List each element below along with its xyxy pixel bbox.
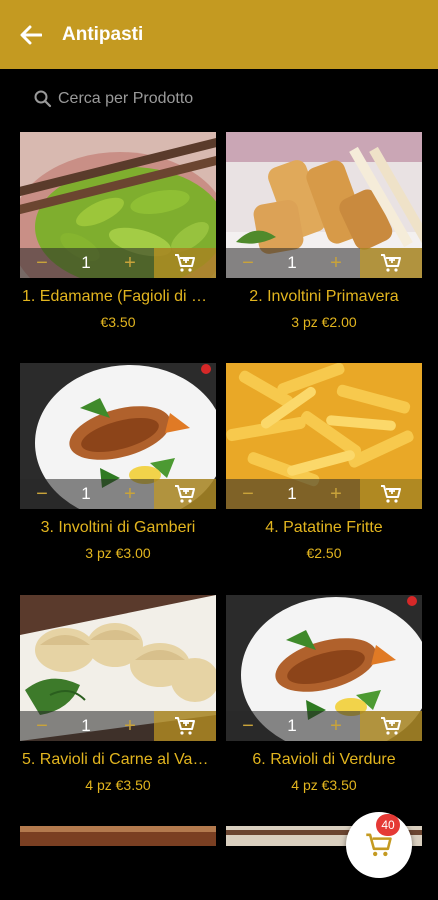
decrease-button[interactable]: − xyxy=(226,479,270,509)
product-name: 4. Patatine Fritte xyxy=(265,519,383,536)
product-card[interactable]: − 1 + 5. Ravioli di Carne al Vapore 4 pz… xyxy=(20,595,216,793)
product-card[interactable]: − 1 + 4. Patatine Fritte €2.50 xyxy=(226,363,422,561)
increase-button[interactable]: + xyxy=(314,711,358,741)
product-name: 1. Edamame (Fagioli di Soia) xyxy=(22,288,216,305)
product-price: 4 pz €3.50 xyxy=(291,777,357,793)
quantity-value: 1 xyxy=(287,253,297,272)
cart-count-badge: 40 xyxy=(376,814,400,836)
product-image: − 1 + xyxy=(20,595,216,741)
increase-button[interactable]: + xyxy=(108,248,152,278)
add-to-cart-button[interactable] xyxy=(154,711,216,741)
increase-button[interactable]: + xyxy=(108,479,152,509)
product-image-partial xyxy=(20,826,216,846)
product-card[interactable]: − 1 + 1. Edamame (Fagioli di Soia) €3.50 xyxy=(20,132,216,330)
product-name: 2. Involtini Primavera xyxy=(249,288,399,305)
add-to-cart-button[interactable] xyxy=(154,248,216,278)
product-grid: − 1 + 1. Edamame (Fagioli di Soia) €3.50 xyxy=(0,0,438,900)
quantity-stepper: − 1 + xyxy=(226,711,422,741)
product-image: − 1 + xyxy=(226,132,422,278)
cart-plus-icon xyxy=(175,717,195,735)
cart-plus-icon xyxy=(175,254,195,272)
cart-plus-icon xyxy=(381,717,401,735)
quantity-stepper: − 1 + xyxy=(20,711,216,741)
decrease-button[interactable]: − xyxy=(226,248,270,278)
product-image: − 1 + xyxy=(226,363,422,509)
product-name: 6. Ravioli di Verdure xyxy=(252,751,396,768)
add-to-cart-button[interactable] xyxy=(154,479,216,509)
product-price: €2.50 xyxy=(306,545,342,561)
decrease-button[interactable]: − xyxy=(20,479,64,509)
decrease-button[interactable]: − xyxy=(20,711,64,741)
product-image: − 1 + xyxy=(226,595,422,741)
add-to-cart-button[interactable] xyxy=(360,711,422,741)
quantity-stepper: − 1 + xyxy=(20,479,216,509)
quantity-value: 1 xyxy=(81,716,91,735)
product-price: 3 pz €2.00 xyxy=(291,314,357,330)
quantity-value: 1 xyxy=(81,484,91,503)
add-to-cart-button[interactable] xyxy=(360,248,422,278)
product-price: 3 pz €3.00 xyxy=(85,545,151,561)
product-name: 5. Ravioli di Carne al Vapore xyxy=(22,751,216,768)
quantity-value: 1 xyxy=(287,716,297,735)
increase-button[interactable]: + xyxy=(314,479,358,509)
decrease-button[interactable]: − xyxy=(20,248,64,278)
product-name: 3. Involtini di Gamberi xyxy=(40,519,196,536)
cart-plus-icon xyxy=(175,485,195,503)
quantity-stepper: − 1 + xyxy=(20,248,216,278)
decrease-button[interactable]: − xyxy=(226,711,270,741)
increase-button[interactable]: + xyxy=(314,248,358,278)
product-image: − 1 + xyxy=(20,132,216,278)
product-card[interactable]: − 1 + 2. Involtini Primavera 3 pz €2.00 xyxy=(226,132,422,330)
product-price: €3.50 xyxy=(100,314,136,330)
cart-plus-icon xyxy=(381,485,401,503)
quantity-value: 1 xyxy=(287,484,297,503)
product-card[interactable]: − 1 + 3. Involtini di Gamberi 3 pz €3.00 xyxy=(20,363,216,561)
add-to-cart-button[interactable] xyxy=(360,479,422,509)
quantity-stepper: − 1 + xyxy=(226,248,422,278)
increase-button[interactable]: + xyxy=(108,711,152,741)
quantity-value: 1 xyxy=(81,253,91,272)
product-image: − 1 + xyxy=(20,363,216,509)
cart-plus-icon xyxy=(381,254,401,272)
quantity-stepper: − 1 + xyxy=(226,479,422,509)
product-card[interactable]: − 1 + 6. Ravioli di Verdure 4 pz €3.50 xyxy=(226,595,422,793)
product-price: 4 pz €3.50 xyxy=(85,777,151,793)
